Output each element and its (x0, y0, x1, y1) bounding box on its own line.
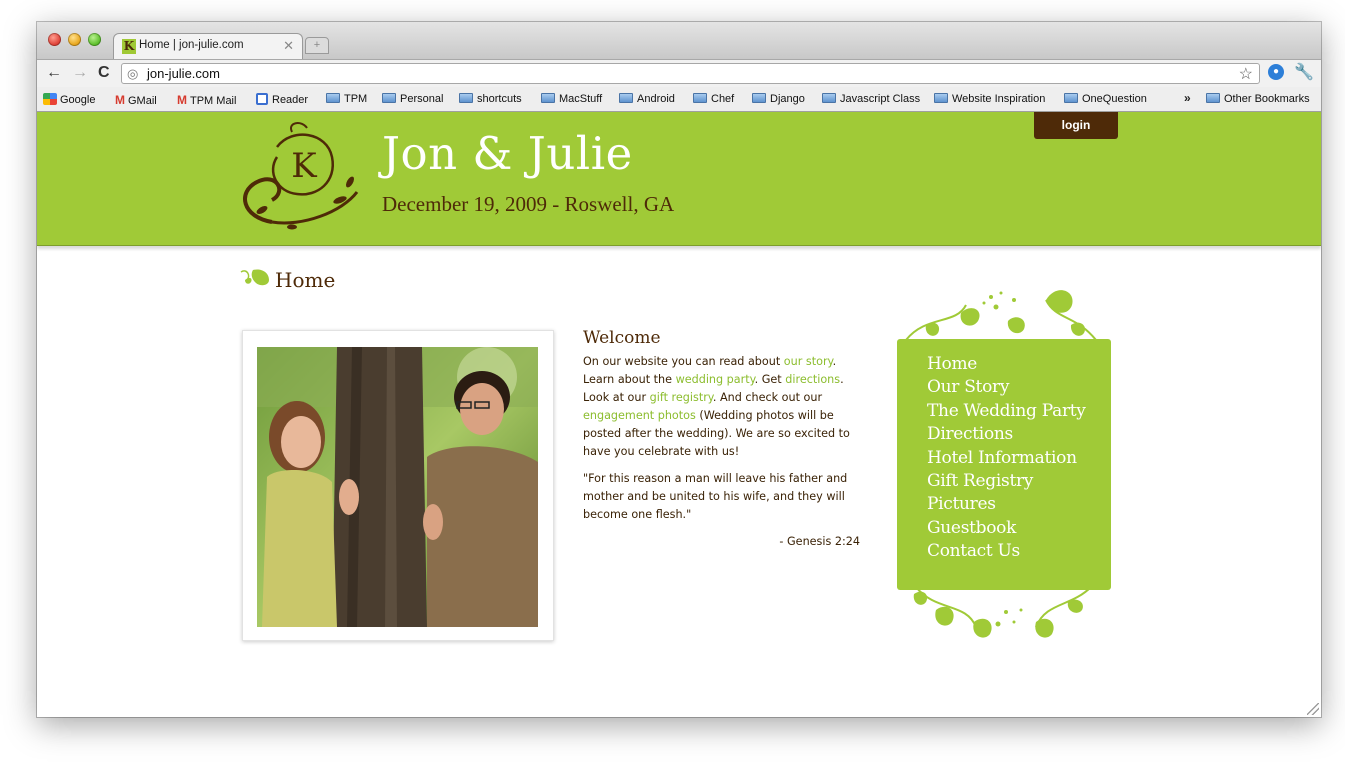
welcome-paragraph: On our website you can read about our st… (583, 355, 850, 458)
scripture-reference: - Genesis 2:24 (779, 535, 860, 548)
leaf-icon (240, 269, 269, 286)
directions-link[interactable]: directions (785, 373, 840, 386)
extension-icon[interactable]: ● (1268, 64, 1284, 80)
folder-icon (1064, 93, 1078, 103)
nav-item-hotel-information[interactable]: Hotel Information (927, 447, 1086, 470)
vine-decoration-bottom (913, 586, 1092, 638)
bookmarks-overflow-button[interactable]: » (1184, 91, 1191, 105)
browser-tab[interactable]: K Home | jon-julie.com ✕ (113, 33, 303, 59)
scripture-quote: "For this reason a man will leave his fa… (583, 472, 848, 521)
folder-icon (326, 93, 340, 103)
wrench-icon[interactable]: 🔧 (1294, 62, 1314, 82)
engagement-photos-link[interactable]: engagement photos (583, 409, 696, 422)
close-window-button[interactable] (48, 33, 61, 46)
reload-icon[interactable]: C (98, 64, 110, 82)
reader-icon (256, 93, 268, 105)
nav-item-directions[interactable]: Directions (927, 423, 1086, 446)
page-title: Home (275, 268, 336, 292)
back-arrow-icon[interactable]: ← (46, 64, 62, 82)
monogram-logo: K (243, 122, 359, 230)
our-story-link[interactable]: our story (784, 355, 833, 368)
nav-item-home[interactable]: Home (927, 353, 1086, 376)
folder-icon (459, 93, 473, 103)
bookmark-folder-other[interactable]: Other Bookmarks (1206, 93, 1310, 105)
favicon-icon: K (122, 39, 136, 54)
nav-item-wedding-party[interactable]: The Wedding Party (927, 400, 1086, 423)
tab-close-icon[interactable]: ✕ (283, 38, 294, 54)
wedding-party-link[interactable]: wedding party (676, 373, 755, 386)
browser-window: K Home | jon-julie.com ✕ + ← → C ◎ jon-j… (37, 22, 1321, 717)
gmail-icon: M (177, 93, 187, 107)
bookmark-gmail[interactable]: M GMail (115, 93, 157, 107)
address-bar[interactable]: ◎ jon-julie.com ☆ (121, 63, 1260, 84)
bookmark-folder-django[interactable]: Django (752, 93, 805, 105)
bookmark-folder-shortcuts[interactable]: shortcuts (459, 93, 522, 105)
nav-item-pictures[interactable]: Pictures (927, 493, 1086, 516)
forward-arrow-icon[interactable]: → (72, 64, 88, 82)
folder-icon (822, 93, 836, 103)
folder-icon (619, 93, 633, 103)
vine-decoration-top (905, 290, 1097, 341)
monogram-letter: K (291, 146, 317, 186)
folder-icon (752, 93, 766, 103)
bookmark-folder-personal[interactable]: Personal (382, 93, 443, 105)
login-button[interactable]: login (1034, 112, 1118, 139)
bookmark-reader[interactable]: Reader (256, 93, 308, 106)
photo-frame (242, 330, 554, 641)
site-subtitle: December 19, 2009 - Roswell, GA (382, 192, 675, 216)
nav-item-contact-us[interactable]: Contact Us (927, 540, 1086, 563)
folder-icon (934, 93, 948, 103)
bookmark-folder-onequestion[interactable]: OneQuestion (1064, 93, 1147, 105)
url-text: jon-julie.com (147, 66, 220, 81)
bookmark-folder-chef[interactable]: Chef (693, 93, 734, 105)
bookmark-star-icon[interactable]: ☆ (1239, 64, 1253, 84)
site-header: login K Jon & Julie December 19, 2009 - … (37, 112, 1321, 246)
new-tab-button[interactable]: + (305, 37, 329, 54)
bookmark-folder-javascript-class[interactable]: Javascript Class (822, 93, 920, 105)
google-icon (43, 93, 57, 105)
browser-toolbar: ← → C ◎ jon-julie.com ☆ ● 🔧 (37, 59, 1321, 87)
web-page: login K Jon & Julie December 19, 2009 - … (37, 112, 1321, 717)
zoom-window-button[interactable] (88, 33, 101, 46)
title-bar: K Home | jon-julie.com ✕ + (37, 22, 1321, 59)
nav-item-our-story[interactable]: Our Story (927, 376, 1086, 399)
resize-handle[interactable] (1307, 703, 1319, 715)
folder-icon (693, 93, 707, 103)
tab-title: Home | jon-julie.com (139, 39, 244, 51)
bookmark-folder-tpm[interactable]: TPM (326, 93, 367, 105)
nav-item-guestbook[interactable]: Guestbook (927, 517, 1086, 540)
engagement-photo (257, 347, 538, 627)
bookmarks-bar: Google M GMail M TPM Mail Reader TPM Perso… (37, 87, 1321, 112)
gift-registry-link[interactable]: gift registry (650, 391, 713, 404)
nav-item-gift-registry[interactable]: Gift Registry (927, 470, 1086, 493)
bookmark-folder-website-inspiration[interactable]: Website Inspiration (934, 93, 1045, 105)
nav-list: Home Our Story The Wedding Party Directi… (927, 353, 1086, 564)
bookmark-google[interactable]: Google (43, 93, 95, 106)
bookmark-folder-macstuff[interactable]: MacStuff (541, 93, 602, 105)
gmail-icon: M (115, 93, 125, 107)
globe-icon: ◎ (127, 66, 139, 81)
site-title: Jon & Julie (382, 127, 633, 180)
bookmark-tpm-mail[interactable]: M TPM Mail (177, 93, 236, 107)
folder-icon (382, 93, 396, 103)
folder-icon (541, 93, 555, 103)
folder-icon (1206, 93, 1220, 103)
minimize-window-button[interactable] (68, 33, 81, 46)
welcome-heading: Welcome (583, 328, 661, 348)
sidebar-navigation: Home Our Story The Wedding Party Directi… (897, 339, 1111, 590)
bookmark-folder-android[interactable]: Android (619, 93, 675, 105)
